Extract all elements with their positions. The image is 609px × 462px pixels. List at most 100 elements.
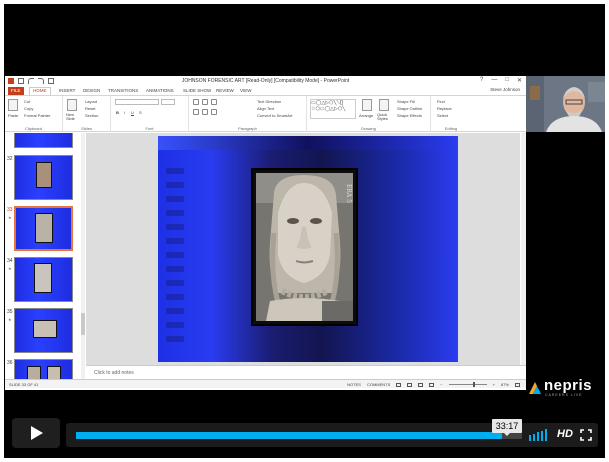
quick-styles-icon[interactable]: [379, 99, 389, 111]
find-button[interactable]: Find: [437, 99, 445, 104]
slideshow-icon[interactable]: [429, 382, 435, 387]
presenter-webcam: [526, 76, 605, 132]
fit-slide-icon[interactable]: [515, 382, 520, 387]
tab-insert[interactable]: INSERT: [56, 87, 78, 95]
editor-scrollbar[interactable]: [521, 133, 526, 365]
shapes-gallery[interactable]: ▭◯△▷⬠╲⟍{}☆⬡▭◯△▷⬠╲: [310, 99, 356, 119]
clipboard-group: Paste Cut Copy Format Painter Clipboard: [5, 96, 63, 132]
slide-thumbnail[interactable]: [14, 155, 73, 200]
thumbnail-number: 36: [7, 360, 13, 366]
tab-design[interactable]: DESIGN: [80, 87, 103, 95]
volume-control[interactable]: [529, 429, 547, 441]
select-button[interactable]: Select: [437, 113, 448, 118]
align-text-button[interactable]: Align Text: [257, 106, 274, 111]
photo-label: ERA 5: [345, 184, 352, 203]
quick-styles-button[interactable]: Quick Styles: [377, 113, 391, 121]
slide-thumbnail[interactable]: [14, 133, 73, 148]
slide-film-stripe: [166, 162, 184, 342]
editing-group-label: Editing: [444, 126, 458, 131]
comments-button[interactable]: COMMENTS: [367, 382, 390, 387]
ribbon-tabs: FILE HOME INSERT DESIGN TRANSITIONS ANIM…: [5, 86, 526, 95]
slide-thumbnail[interactable]: [14, 308, 73, 353]
underline-button[interactable]: U: [131, 110, 134, 115]
layout-button[interactable]: Layout: [85, 99, 97, 104]
tab-review[interactable]: REVIEW: [213, 87, 237, 95]
font-family-select[interactable]: [115, 99, 159, 105]
slide-thumbnail-selected[interactable]: [14, 206, 73, 251]
shape-effects-button[interactable]: Shape Effects: [397, 113, 422, 118]
maximize-button[interactable]: □: [505, 77, 509, 84]
minimize-button[interactable]: —: [491, 77, 497, 84]
arrange-button[interactable]: Arrange: [359, 113, 373, 118]
text-direction-button[interactable]: Text Direction: [257, 99, 281, 104]
indent-icon[interactable]: [211, 99, 217, 105]
reading-view-icon[interactable]: [418, 382, 424, 387]
section-button[interactable]: Section: [85, 113, 98, 118]
slide-sorter-icon[interactable]: [407, 382, 413, 387]
slide-thumbnail[interactable]: [14, 257, 73, 302]
progress-bar[interactable]: 33:17: [76, 419, 522, 439]
close-button[interactable]: ✕: [517, 77, 522, 84]
tab-file[interactable]: FILE: [8, 87, 24, 95]
tab-slide-show[interactable]: SLIDE SHOW: [180, 87, 214, 95]
volume-bar: [541, 430, 543, 441]
powerpoint-window: JOHNSON FORENSIC ART [Read-Only] [Compat…: [5, 76, 526, 390]
new-slide-icon[interactable]: [67, 99, 77, 111]
scrollbar-thumb[interactable]: [81, 313, 85, 335]
animation-star-icon: ★: [8, 317, 12, 322]
thumbnail-number: 32: [7, 156, 13, 162]
arrange-icon[interactable]: [362, 99, 372, 111]
align-center-icon[interactable]: [202, 109, 208, 115]
font-size-select[interactable]: [161, 99, 175, 105]
zoom-in-button[interactable]: +: [493, 382, 495, 387]
status-bar: SLIDE 33 OF 41 NOTES COMMENTS − + 87%: [5, 379, 526, 388]
replace-button[interactable]: Replace: [437, 106, 452, 111]
thumbnail-number: 35: [7, 309, 13, 315]
play-button[interactable]: [12, 418, 60, 448]
tab-view[interactable]: VIEW: [237, 87, 255, 95]
drawing-group: ▭◯△▷⬠╲⟍{}☆⬡▭◯△▷⬠╲ Arrange Quick Styles S…: [307, 96, 431, 132]
numbering-icon[interactable]: [202, 99, 208, 105]
new-slide-button[interactable]: New Slide: [66, 113, 80, 121]
notes-pane[interactable]: Click to add notes: [86, 365, 526, 379]
align-left-icon[interactable]: [193, 109, 199, 115]
copy-button[interactable]: Copy: [24, 106, 33, 111]
italic-button[interactable]: I: [124, 110, 125, 115]
notes-button[interactable]: NOTES: [347, 382, 361, 387]
zoom-out-button[interactable]: −: [440, 382, 442, 387]
fullscreen-icon[interactable]: [580, 429, 592, 441]
tab-home[interactable]: HOME: [29, 87, 51, 95]
video-player: JOHNSON FORENSIC ART [Read-Only] [Compat…: [4, 4, 605, 458]
normal-view-icon[interactable]: [396, 382, 402, 387]
align-right-icon[interactable]: [211, 109, 217, 115]
cut-button[interactable]: Cut: [24, 99, 30, 104]
user-name[interactable]: Steve Johnson: [490, 87, 520, 92]
current-slide[interactable]: ERA 5: [158, 136, 458, 362]
convert-smartart-button[interactable]: Convert to SmartArt: [257, 113, 292, 118]
shape-outline-button[interactable]: Shape Outline: [397, 106, 422, 111]
tab-animations[interactable]: ANIMATIONS: [143, 87, 177, 95]
slide-thumbnail[interactable]: [14, 359, 73, 379]
ribbon: Paste Cut Copy Format Painter Clipboard …: [5, 95, 526, 132]
reset-button[interactable]: Reset: [85, 106, 95, 111]
animation-star-icon: ★: [8, 215, 12, 220]
paste-label[interactable]: Paste: [8, 113, 18, 118]
paste-icon[interactable]: [8, 99, 18, 111]
shape-fill-button[interactable]: Shape Fill: [397, 99, 415, 104]
format-painter-button[interactable]: Format Painter: [24, 113, 50, 118]
hd-toggle[interactable]: HD: [557, 428, 573, 440]
status-controls: NOTES COMMENTS − + 87%: [347, 382, 520, 387]
slide-thumbnails-pane: 32 33 ★ 34 ★ 35 ★ 36: [5, 133, 85, 379]
thumbnails-scrollbar[interactable]: [81, 133, 85, 379]
bold-button[interactable]: B: [116, 110, 119, 115]
zoom-slider[interactable]: [448, 382, 487, 387]
tab-transitions[interactable]: TRANSITIONS: [105, 87, 141, 95]
sculpture-photo[interactable]: ERA 5: [251, 168, 358, 326]
thumbnail-number: 33: [7, 207, 13, 213]
font-group: B I U S Font: [111, 96, 189, 132]
bullets-icon[interactable]: [193, 99, 199, 105]
zoom-level[interactable]: 87%: [501, 382, 509, 387]
strikethrough-button[interactable]: S: [139, 110, 142, 115]
help-button[interactable]: ?: [480, 77, 483, 84]
volume-bar: [537, 432, 539, 441]
